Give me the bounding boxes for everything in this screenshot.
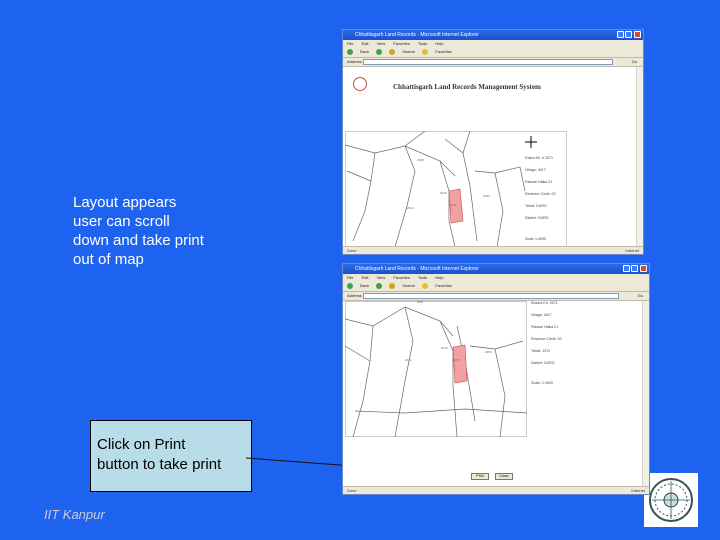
menu-favorites[interactable]: Favorites: [393, 41, 409, 46]
land-map: 2067 2070 2063 2014 2071: [345, 301, 527, 437]
forward-icon[interactable]: [376, 282, 383, 289]
svg-text:2070: 2070: [440, 191, 447, 195]
minimize-button[interactable]: [617, 31, 624, 38]
address-label: Address: [347, 59, 362, 64]
favorites-label[interactable]: Favorites: [435, 283, 451, 288]
info-scale: Scale: 1:4000: [531, 381, 553, 385]
status-bar: Done Internet: [343, 486, 649, 494]
info-scale: Scale 1:4000: [525, 237, 546, 241]
browser-window-top: Chhattisgarh Land Records - Microsoft In…: [342, 29, 644, 255]
back-label[interactable]: Back: [360, 49, 369, 54]
vertical-scrollbar[interactable]: [636, 67, 643, 247]
menu-file[interactable]: File: [347, 275, 353, 280]
info-khasra: Khasra Kh. 2071: [531, 301, 558, 305]
browser-window-bottom: Chhattisgarh Land Records - Microsoft In…: [342, 263, 650, 495]
menu-view[interactable]: View: [377, 275, 386, 280]
status-zone: Internet: [631, 488, 645, 493]
svg-text:2071: 2071: [450, 203, 457, 207]
search-icon[interactable]: [389, 282, 396, 289]
maximize-button[interactable]: [631, 265, 638, 272]
menu-edit[interactable]: Edit: [362, 275, 369, 280]
close-window-button[interactable]: [640, 265, 647, 272]
info-district: District: DURG: [525, 216, 549, 220]
iit-kanpur-logo: [644, 473, 698, 527]
minimize-button[interactable]: [623, 265, 630, 272]
svg-text:2014: 2014: [407, 206, 414, 210]
app-title: Chhattisgarh Land Records Management Sys…: [393, 83, 541, 91]
vertical-scrollbar[interactable]: [642, 301, 649, 487]
crosshair-cursor-icon: [525, 136, 537, 148]
menu-help[interactable]: Help: [435, 275, 443, 280]
maximize-button[interactable]: [625, 31, 632, 38]
close-window-button[interactable]: [634, 31, 641, 38]
footer-text: IIT Kanpur: [44, 507, 105, 522]
address-bar: Address Go: [343, 292, 649, 301]
close-button[interactable]: Close: [495, 473, 513, 480]
window-titlebar: Chhattisgarh Land Records - Microsoft In…: [343, 30, 643, 40]
favorites-icon[interactable]: [422, 282, 429, 289]
forward-icon[interactable]: [376, 48, 383, 55]
svg-text:2070: 2070: [441, 346, 448, 350]
toolbar: Back Search Favorites: [343, 47, 643, 58]
svg-text:2063: 2063: [485, 350, 492, 354]
go-button[interactable]: Go: [632, 58, 637, 66]
page-content: 2067 2070 2063 2014 2071 Khasra Kh. 2071…: [343, 301, 643, 487]
info-tahsil: Tahsil: 1372: [531, 349, 551, 353]
page-content: Chhattisgarh Land Records Management Sys…: [343, 67, 637, 247]
address-input[interactable]: [363, 293, 619, 299]
go-button[interactable]: Go: [638, 292, 643, 300]
svg-text:2068: 2068: [417, 158, 424, 162]
info-village: Village: 4017: [531, 313, 552, 317]
print-button[interactable]: Print: [471, 473, 489, 480]
menu-tools[interactable]: Tools: [418, 275, 427, 280]
search-label[interactable]: Search: [402, 49, 415, 54]
info-village: Village: 4017: [525, 168, 546, 172]
land-map: 2068 2070 2063 2014 2071: [345, 131, 567, 247]
menu-bar: File Edit View Favorites Tools Help: [343, 274, 649, 281]
info-revenue-circle: Revenue Circle: 02: [525, 192, 556, 196]
window-title: Chhattisgarh Land Records - Microsoft In…: [355, 266, 479, 272]
svg-text:2063: 2063: [483, 194, 490, 198]
status-bar: Done Internet: [343, 246, 643, 254]
search-label[interactable]: Search: [402, 283, 415, 288]
address-input[interactable]: [363, 59, 613, 65]
svg-text:2071: 2071: [453, 358, 460, 362]
window-titlebar: Chhattisgarh Land Records - Microsoft In…: [343, 264, 649, 274]
search-icon[interactable]: [389, 48, 396, 55]
toolbar: Back Search Favorites: [343, 281, 649, 292]
favorites-label[interactable]: Favorites: [435, 49, 451, 54]
back-icon[interactable]: [347, 48, 353, 55]
menu-favorites[interactable]: Favorites: [393, 275, 409, 280]
menu-tools[interactable]: Tools: [418, 41, 427, 46]
menu-help[interactable]: Help: [435, 41, 443, 46]
back-label[interactable]: Back: [360, 283, 369, 288]
favorites-icon[interactable]: [422, 48, 429, 55]
info-tahsil: Tahsil: DURG: [525, 204, 547, 208]
info-revenue-circle: Revenue Circle: 02: [531, 337, 562, 341]
address-bar: Address Go: [343, 58, 643, 67]
info-district: District: DURG: [531, 361, 555, 365]
menu-view[interactable]: View: [377, 41, 386, 46]
info-patwari-halka: Patwari Halka 21: [525, 180, 553, 184]
status-text: Done: [347, 488, 357, 493]
status-text: Done: [347, 248, 357, 253]
info-patwari-halka: Patwari Halka 21: [531, 325, 559, 329]
menu-edit[interactable]: Edit: [362, 41, 369, 46]
back-icon[interactable]: [347, 282, 353, 289]
window-title: Chhattisgarh Land Records - Microsoft In…: [355, 32, 479, 38]
state-seal-icon: [353, 77, 367, 91]
menu-file[interactable]: File: [347, 41, 353, 46]
info-khasra: Rasra Kh. # 2071: [525, 156, 553, 160]
svg-text:2067: 2067: [417, 301, 424, 304]
menu-bar: File Edit View Favorites Tools Help: [343, 40, 643, 47]
svg-text:2014: 2014: [405, 358, 412, 362]
status-zone: Internet: [625, 248, 639, 253]
address-label: Address: [347, 293, 362, 298]
